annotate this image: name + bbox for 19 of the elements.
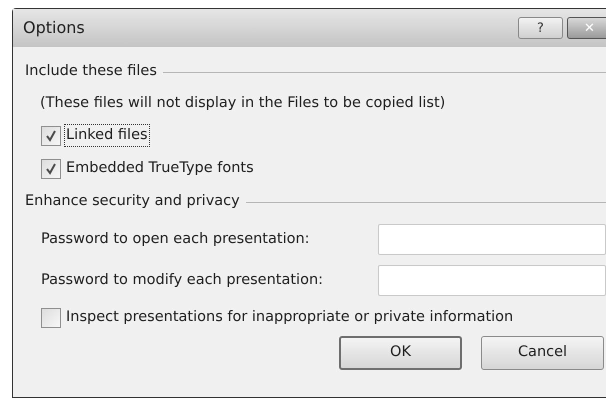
dialog-button[interactable]: Cancel (481, 336, 604, 370)
password-field[interactable] (378, 265, 606, 296)
group-title: Enhance security and privacy (25, 192, 240, 212)
dialog-button[interactable]: OK (339, 336, 462, 370)
group-title: Include these files (25, 62, 157, 82)
checkbox[interactable] (41, 126, 61, 146)
checkbox-label[interactable]: Linked files (65, 124, 149, 146)
checkbox-label[interactable]: Embedded TrueType fonts (65, 158, 255, 180)
check-icon (45, 162, 57, 174)
field-label: Password to modify each presentation: (41, 270, 324, 290)
check-icon (45, 130, 57, 142)
help-button[interactable]: ? (518, 17, 563, 39)
checkbox-label[interactable]: Inspect presentations for inappropriate or private information (65, 306, 514, 328)
note-text: (These files will not display in the Files to be copied list) (40, 94, 446, 114)
window-title: Options (23, 17, 85, 39)
checkbox[interactable] (41, 308, 61, 328)
password-field[interactable] (378, 224, 606, 255)
checkbox[interactable] (41, 158, 61, 178)
field-label: Password to open each presentation: (41, 230, 311, 249)
